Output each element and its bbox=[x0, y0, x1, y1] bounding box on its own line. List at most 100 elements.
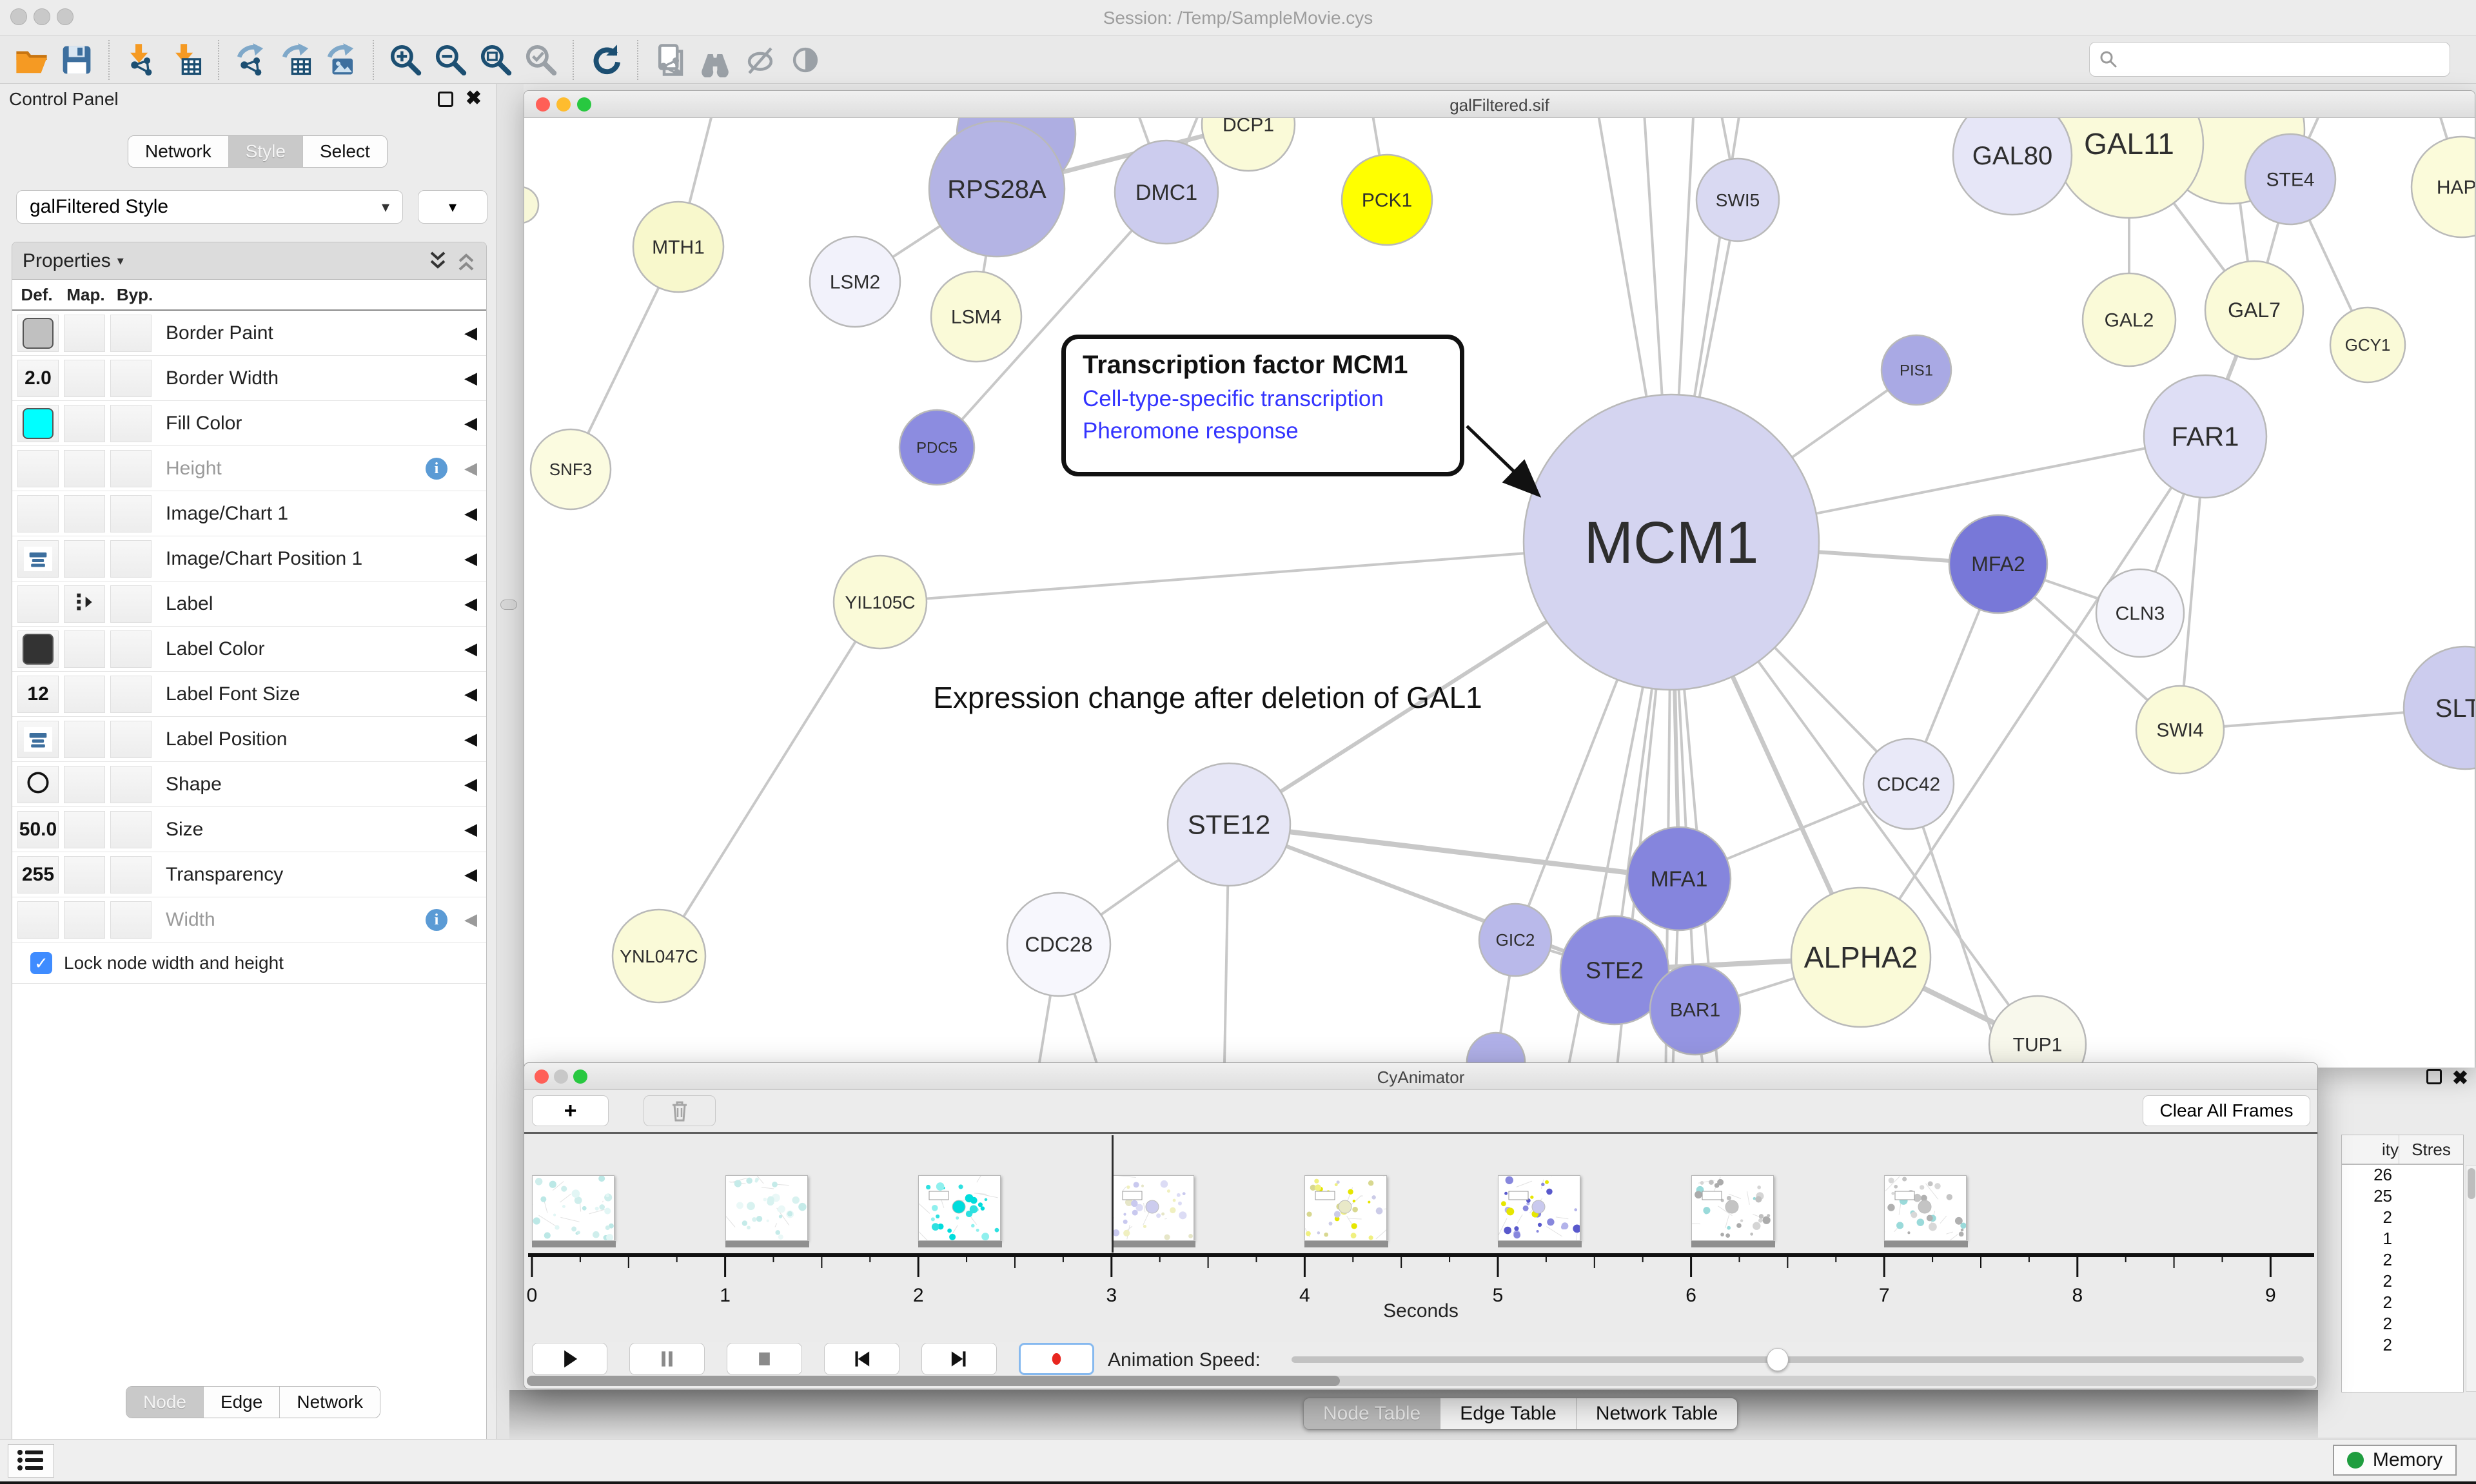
mapping-cell[interactable] bbox=[64, 766, 105, 803]
property-row-width[interactable]: Widthi◀ bbox=[12, 897, 486, 942]
zoom-in-button[interactable] bbox=[387, 41, 424, 79]
export-network-button[interactable] bbox=[232, 41, 270, 79]
tab-network[interactable]: Network bbox=[128, 136, 229, 167]
expand-row-icon[interactable]: ◀ bbox=[464, 323, 477, 343]
mapping-cell[interactable] bbox=[64, 856, 105, 893]
property-row-height[interactable]: Heighti◀ bbox=[12, 446, 486, 491]
bypass-cell[interactable] bbox=[110, 721, 152, 758]
property-row-transparency[interactable]: 255Transparency◀ bbox=[12, 852, 486, 897]
skip-end-button[interactable] bbox=[921, 1343, 997, 1375]
default-value-cell[interactable] bbox=[17, 540, 59, 578]
style-options-button[interactable]: ▾ bbox=[418, 190, 487, 224]
network-window-titlebar[interactable]: galFiltered.sif bbox=[524, 91, 2475, 118]
style-selector[interactable]: galFiltered Style ▾ bbox=[16, 190, 403, 224]
expand-row-icon[interactable]: ◀ bbox=[464, 413, 477, 433]
property-row-image-chart-1[interactable]: Image/Chart 1◀ bbox=[12, 491, 486, 536]
mapping-cell[interactable] bbox=[64, 360, 105, 397]
property-row-fill-color[interactable]: Fill Color◀ bbox=[12, 401, 486, 446]
bypass-cell[interactable] bbox=[110, 856, 152, 893]
table-cell[interactable]: 25 bbox=[2342, 1186, 2463, 1207]
mapping-cell[interactable] bbox=[64, 585, 105, 623]
tab-node[interactable]: Node bbox=[126, 1387, 204, 1418]
expand-row-icon[interactable]: ◀ bbox=[464, 594, 477, 614]
play-button[interactable] bbox=[532, 1343, 607, 1375]
lock-size-row[interactable]: ✓ Lock node width and height bbox=[12, 942, 486, 984]
slider-handle[interactable] bbox=[1767, 1348, 1789, 1371]
mapping-cell[interactable] bbox=[64, 811, 105, 848]
frame-thumbnail-2[interactable] bbox=[918, 1175, 1001, 1241]
expand-row-icon[interactable]: ◀ bbox=[464, 458, 477, 478]
add-frame-button[interactable]: + bbox=[532, 1095, 609, 1126]
default-value-cell[interactable] bbox=[17, 495, 59, 532]
mapping-cell[interactable] bbox=[64, 676, 105, 713]
frame-thumbnail-5[interactable] bbox=[1498, 1175, 1580, 1241]
frame-thumbnail-6[interactable] bbox=[1691, 1175, 1774, 1241]
tab-network[interactable]: Network bbox=[280, 1387, 380, 1418]
import-network-button[interactable] bbox=[123, 41, 160, 79]
mapping-cell[interactable] bbox=[64, 450, 105, 487]
bypass-cell[interactable] bbox=[110, 360, 152, 397]
search-box[interactable] bbox=[2089, 42, 2450, 77]
default-value-cell[interactable] bbox=[17, 766, 59, 803]
export-table-button[interactable] bbox=[277, 41, 315, 79]
hide-details-button[interactable] bbox=[742, 41, 779, 79]
mapping-cell[interactable] bbox=[64, 721, 105, 758]
open-session-button[interactable] bbox=[13, 41, 50, 79]
default-value-cell[interactable]: 12 bbox=[17, 676, 59, 713]
property-row-border-width[interactable]: 2.0Border Width◀ bbox=[12, 356, 486, 401]
search-network-button[interactable] bbox=[696, 41, 734, 79]
frame-thumbnail-4[interactable] bbox=[1304, 1175, 1387, 1241]
bypass-cell[interactable] bbox=[110, 495, 152, 532]
cyanimator-titlebar[interactable]: CyAnimator bbox=[524, 1063, 2317, 1090]
delete-frame-button[interactable] bbox=[644, 1095, 716, 1126]
expand-row-icon[interactable]: ◀ bbox=[464, 684, 477, 704]
skip-start-button[interactable] bbox=[824, 1343, 899, 1375]
duplicate-network-button[interactable] bbox=[651, 41, 689, 79]
mapping-cell[interactable] bbox=[64, 540, 105, 578]
table-cell[interactable]: 2 bbox=[2342, 1271, 2463, 1293]
record-button[interactable] bbox=[1019, 1343, 1094, 1375]
expand-row-icon[interactable]: ◀ bbox=[464, 368, 477, 388]
expand-row-icon[interactable]: ◀ bbox=[464, 639, 477, 659]
frame-thumbnail-7[interactable] bbox=[1884, 1175, 1967, 1241]
stop-button[interactable] bbox=[727, 1343, 802, 1375]
search-input[interactable] bbox=[2125, 49, 2441, 70]
save-session-button[interactable] bbox=[58, 41, 95, 79]
float-panel-icon[interactable] bbox=[438, 92, 453, 107]
pause-button[interactable] bbox=[629, 1343, 705, 1375]
property-row-label-color[interactable]: Label Color◀ bbox=[12, 627, 486, 672]
table-cell[interactable]: 2 bbox=[2342, 1250, 2463, 1271]
default-value-cell[interactable] bbox=[17, 405, 59, 442]
expand-row-icon[interactable]: ◀ bbox=[464, 910, 477, 930]
bypass-cell[interactable] bbox=[110, 766, 152, 803]
default-value-cell[interactable] bbox=[17, 585, 59, 623]
expand-row-icon[interactable]: ◀ bbox=[464, 774, 477, 794]
bypass-cell[interactable] bbox=[110, 585, 152, 623]
bypass-cell[interactable] bbox=[110, 676, 152, 713]
annotation-link[interactable]: Cell-type-specific transcription bbox=[1083, 386, 1443, 412]
expand-row-icon[interactable]: ◀ bbox=[464, 729, 477, 749]
import-table-button[interactable] bbox=[168, 41, 205, 79]
property-row-image-chart-position-1[interactable]: Image/Chart Position 1◀ bbox=[12, 536, 486, 581]
property-row-border-paint[interactable]: Border Paint◀ bbox=[12, 311, 486, 356]
close-panel-icon[interactable]: ✖ bbox=[2452, 1069, 2468, 1088]
export-image-button[interactable] bbox=[322, 41, 360, 79]
default-value-cell[interactable]: 2.0 bbox=[17, 360, 59, 397]
tab-edge[interactable]: Edge bbox=[204, 1387, 280, 1418]
mapping-cell[interactable] bbox=[64, 495, 105, 532]
vertical-scrollbar[interactable] bbox=[2466, 1165, 2476, 1392]
tab-node-table[interactable]: Node Table bbox=[1304, 1398, 1440, 1429]
expand-row-icon[interactable]: ◀ bbox=[464, 864, 477, 884]
default-value-cell[interactable]: 50.0 bbox=[17, 811, 59, 848]
property-row-label-font-size[interactable]: 12Label Font Size◀ bbox=[12, 672, 486, 717]
network-canvas[interactable]: GAL11GAL80DCP1RPS28ADMC1PCK1SWI5STE4HAP2… bbox=[524, 118, 2475, 1068]
default-value-cell[interactable] bbox=[17, 450, 59, 487]
default-value-cell[interactable]: 255 bbox=[17, 856, 59, 893]
close-panel-icon[interactable]: ✖ bbox=[466, 89, 482, 108]
zoom-fit-button[interactable] bbox=[477, 41, 515, 79]
timeline-area[interactable]: 0123456789 Seconds bbox=[524, 1134, 2317, 1342]
zoom-out-button[interactable] bbox=[432, 41, 469, 79]
network-node-sliver[interactable] bbox=[524, 187, 538, 223]
playhead[interactable] bbox=[1112, 1135, 1114, 1253]
column-header[interactable]: Stres bbox=[2399, 1135, 2463, 1164]
